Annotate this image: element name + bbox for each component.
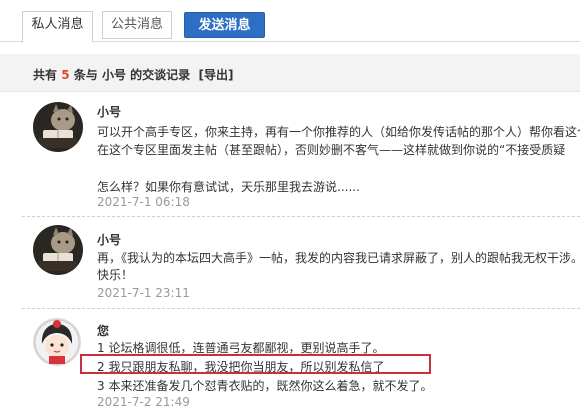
- message-line: 可以开个高手专区，你来主持，再有一个你推荐的人（如给你发传话帖的那个人）帮你看这…: [97, 125, 580, 139]
- tab-private-messages[interactable]: 私人消息: [22, 11, 93, 43]
- message-tabs: 私人消息 公共消息 发送消息: [0, 0, 580, 43]
- send-message-button[interactable]: 发送消息: [184, 12, 265, 38]
- message-count: 5: [61, 68, 70, 82]
- annotation-highlight-box: [80, 354, 431, 374]
- summary-text: 共有 5 条与 小号 的交谈记录 [导出]: [33, 66, 234, 83]
- tab-public-messages[interactable]: 公共消息: [102, 11, 172, 39]
- sender-name[interactable]: 小号: [97, 231, 121, 248]
- export-link[interactable]: [导出]: [199, 68, 234, 82]
- message-line: 3 本来还准备发几个怼青衣贴的，既然你这么着急，就不发了。: [97, 379, 433, 393]
- summary-user: 小号: [101, 68, 126, 82]
- message-line: 在这个专区里面发主帖（甚至跟帖），否则妙删不客气——这样就做到你说的“不接受质疑: [97, 143, 566, 157]
- message-line: 怎么样？如果你有意试试，天乐那里我去游说......: [97, 180, 360, 194]
- avatar[interactable]: [33, 102, 83, 152]
- sender-name: 您: [97, 324, 110, 338]
- sender-name[interactable]: 小号: [97, 103, 121, 120]
- avatar[interactable]: [33, 318, 81, 366]
- message-time: 2021-7-1 06:18: [97, 195, 190, 209]
- message-item: 小号 再，《我认为的本坛四大高手》一帖，我发的内容我已请求屏蔽了，别人的跟帖我无…: [0, 216, 580, 306]
- summary-prefix: 共有: [33, 68, 58, 82]
- summary-suffix: 的交谈记录: [130, 68, 191, 82]
- summary-middle: 条与: [73, 68, 98, 82]
- message-time: 2021-7-1 23:11: [97, 286, 190, 300]
- message-line: 快乐！: [97, 268, 134, 282]
- message-time: 2021-7-2 21:49: [97, 395, 190, 409]
- message-item: 小号 可以开个高手专区，你来主持，再有一个你推荐的人（如给你发传话帖的那个人）帮…: [0, 92, 580, 214]
- avatar[interactable]: [33, 225, 83, 275]
- message-line: 再，《我认为的本坛四大高手》一帖，我发的内容我已请求屏蔽了，别人的跟帖我无权干涉…: [97, 251, 580, 265]
- conversation-summary: 共有 5 条与 小号 的交谈记录 [导出]: [0, 54, 580, 92]
